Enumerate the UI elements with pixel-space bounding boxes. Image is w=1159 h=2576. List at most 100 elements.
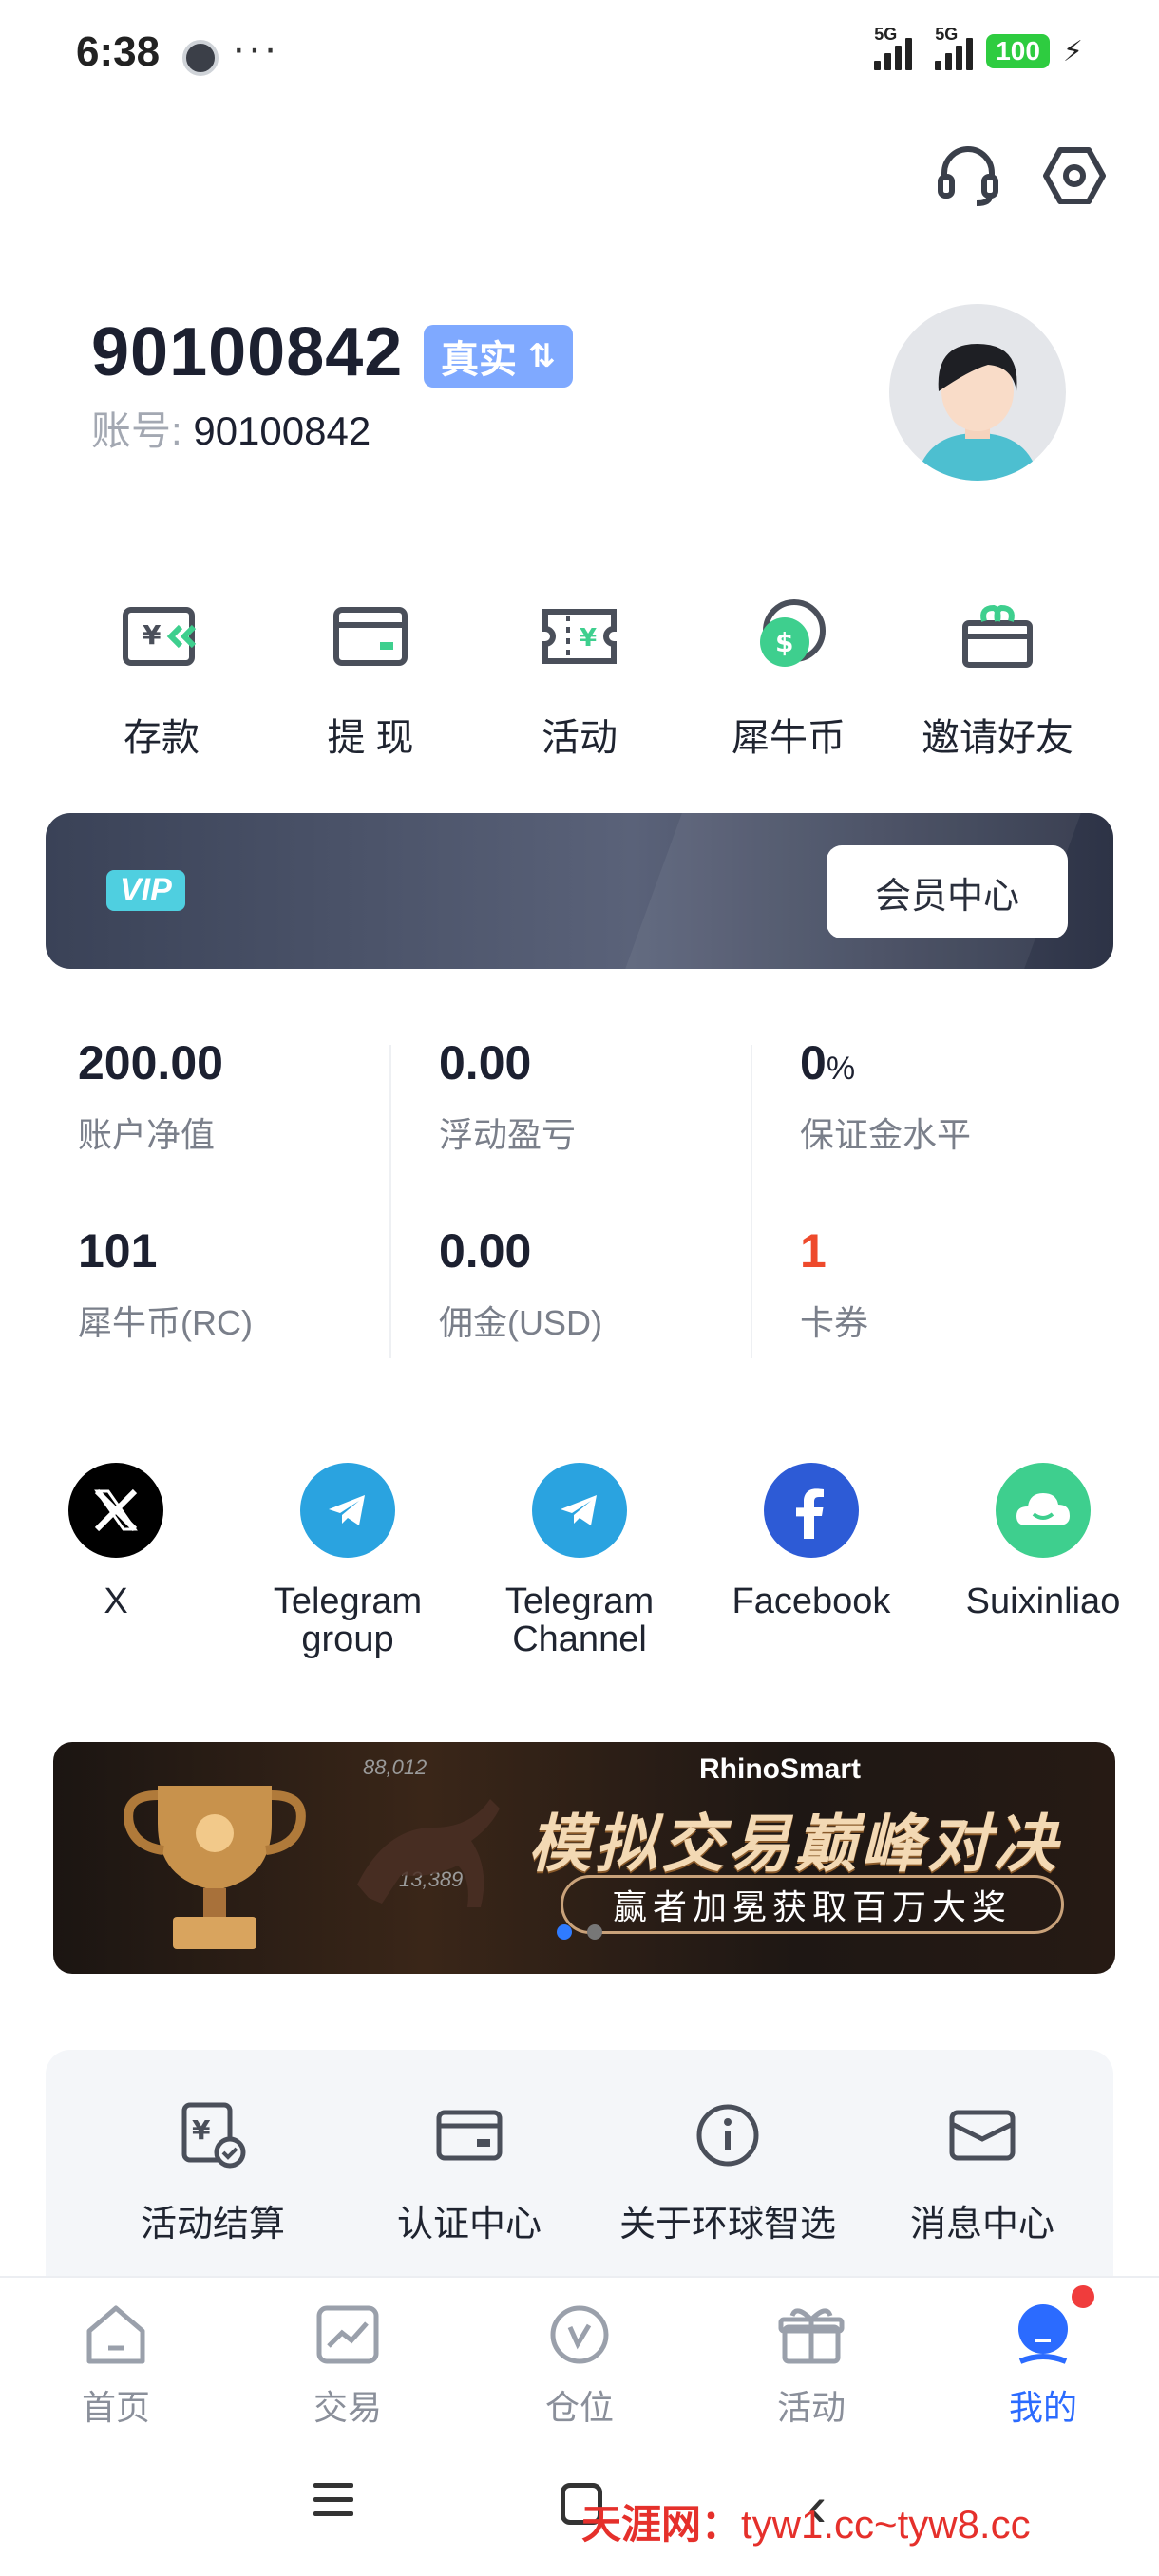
social-telegram-group[interactable]: Telegram group	[232, 1463, 464, 1658]
social-label: Telegram Channel	[504, 1582, 655, 1659]
social-x[interactable]: X	[0, 1463, 232, 1620]
tab-positions[interactable]: 仓位	[464, 2299, 695, 2430]
headset-icon[interactable]	[935, 142, 1001, 209]
facebook-icon	[764, 1463, 859, 1558]
stat-value: 1	[800, 1224, 826, 1278]
promo-subtitle: 赢者加冕获取百万大奖	[560, 1875, 1064, 1934]
svg-text:¥: ¥	[142, 619, 162, 651]
trophy-icon	[124, 1786, 306, 1949]
promo-title: 模拟交易巅峰对决	[528, 1809, 1060, 1879]
menu-about[interactable]: 关于环球智选	[595, 2097, 861, 2246]
quick-invite-label: 邀请好友	[922, 717, 1074, 759]
gift-icon	[962, 604, 1033, 668]
stat-caption: 浮动盈亏	[439, 1115, 577, 1154]
menu-settlement[interactable]: ¥ 活动结算	[80, 2097, 346, 2246]
quick-deposit-label: 存款	[124, 717, 200, 759]
recent-apps-icon[interactable]	[314, 2483, 353, 2526]
account-number-label: 账号:	[91, 408, 194, 453]
menu-verification[interactable]: 认证中心	[336, 2097, 602, 2246]
stat-value: 0.00	[439, 1224, 532, 1278]
vip-banner[interactable]: VIP 会员中心	[46, 813, 1113, 969]
battery-level: 100	[986, 34, 1050, 68]
quick-activity-label: 活动	[542, 717, 618, 759]
trade-chart-icon	[316, 2305, 379, 2364]
stat-floating-pl[interactable]: 0.00 浮动盈亏	[439, 1035, 762, 1157]
social-facebook[interactable]: Facebook	[695, 1463, 927, 1620]
quick-withdraw-label: 提 现	[327, 717, 414, 759]
tab-home[interactable]: 首页	[0, 2299, 232, 2430]
notification-app-icon	[182, 40, 218, 76]
quick-deposit[interactable]: ¥ 存款	[57, 589, 266, 762]
social-suixinliao[interactable]: Suixinliao	[927, 1463, 1159, 1620]
tab-activity[interactable]: 活动	[695, 2299, 927, 2430]
carousel-dot[interactable]	[587, 1924, 602, 1940]
position-icon	[550, 2305, 609, 2364]
quick-rhino-coin-label: 犀牛币	[732, 717, 846, 759]
settlement-icon: ¥	[181, 2102, 246, 2169]
svg-text:$: $	[775, 627, 793, 658]
stat-coupons[interactable]: 1 卡券	[800, 1223, 1123, 1345]
stat-caption: 账户净值	[78, 1115, 216, 1154]
tab-label: 首页	[81, 2388, 150, 2427]
mail-icon	[949, 2110, 1016, 2161]
svg-text:¥: ¥	[192, 2114, 211, 2146]
tab-profile[interactable]: 我的	[927, 2299, 1159, 2430]
stat-value: 0	[800, 1036, 826, 1089]
bolt-icon: ⚡	[1062, 35, 1083, 67]
stat-rhino-coin[interactable]: 101 犀牛币(RC)	[78, 1223, 401, 1345]
deposit-icon: ¥	[123, 607, 197, 666]
status-more: ···	[232, 25, 279, 71]
tab-trade[interactable]: 交易	[232, 2299, 464, 2430]
watermark-site: 天涯网：	[581, 2501, 742, 2548]
signal-1-icon: 5G	[874, 25, 913, 70]
social-label: Facebook	[732, 1582, 891, 1621]
stat-caption: 佣金(USD)	[439, 1303, 602, 1342]
account-number: 90100842	[193, 408, 371, 453]
watermark-url: tyw1.cc~tyw8.cc	[741, 2502, 1031, 2547]
quick-withdraw[interactable]: 提 现	[266, 589, 475, 762]
id-card-icon	[436, 2110, 503, 2161]
quick-rhino-coin[interactable]: $ 犀牛币	[684, 589, 893, 762]
status-bar: 6:38 ··· 5G 5G 100 ⚡	[0, 0, 1159, 114]
avatar[interactable]	[889, 304, 1066, 481]
notification-dot	[1072, 2285, 1094, 2308]
stat-value: 101	[78, 1224, 158, 1278]
promo-number: 88,012	[363, 1755, 428, 1779]
quick-activity[interactable]: ¥ 活动	[475, 589, 684, 762]
tab-label: 活动	[776, 2388, 846, 2427]
carousel-indicator[interactable]	[557, 1924, 602, 1940]
stat-caption: 卡券	[800, 1303, 869, 1342]
rhino-coin-icon: $	[760, 599, 826, 667]
stat-margin-level[interactable]: 0% 保证金水平	[800, 1035, 1123, 1157]
promo-banner[interactable]: 88,012 13,389 RhinoSmart 模拟交易巅峰对决 赢者加冕获取…	[53, 1742, 1115, 1974]
gift-icon	[778, 2308, 845, 2364]
social-label: Telegram group	[273, 1582, 423, 1659]
bottom-tab-bar: 首页 交易 仓位 活动 我的	[0, 2276, 1159, 2437]
suixinliao-chat-icon	[996, 1463, 1091, 1558]
stat-net-value[interactable]: 200.00 账户净值	[78, 1035, 401, 1157]
menu-label: 消息中心	[909, 2205, 1054, 2245]
x-logo-icon	[68, 1463, 163, 1558]
profile-icon	[1018, 2304, 1068, 2364]
member-center-button[interactable]: 会员中心	[826, 845, 1068, 938]
svg-text:¥: ¥	[580, 624, 597, 653]
menu-label: 关于环球智选	[618, 2205, 836, 2245]
account-type-badge[interactable]: 真实 ⇅	[424, 325, 573, 388]
tab-label: 交易	[313, 2388, 382, 2427]
account-number-line: 账号: 90100842	[91, 399, 370, 457]
stat-caption: 保证金水平	[800, 1115, 972, 1154]
social-telegram-channel[interactable]: Telegram Channel	[464, 1463, 695, 1658]
menu-messages[interactable]: 消息中心	[849, 2097, 1115, 2246]
service-menu: ¥ 活动结算 认证中心 关于环球智选 消息中心	[46, 2050, 1113, 2278]
stat-commission[interactable]: 0.00 佣金(USD)	[439, 1223, 762, 1345]
settings-hexagon-icon[interactable]	[1041, 142, 1108, 209]
bull-icon	[357, 1799, 500, 1907]
signal-2-icon: 5G	[935, 25, 974, 70]
quick-invite[interactable]: 邀请好友	[893, 589, 1102, 762]
tab-label: 仓位	[544, 2388, 614, 2427]
stat-caption: 犀牛币(RC)	[78, 1303, 253, 1342]
activity-ticket-icon: ¥	[542, 609, 617, 664]
menu-label: 活动结算	[140, 2205, 285, 2245]
home-icon	[86, 2305, 145, 2364]
carousel-dot-active[interactable]	[557, 1924, 572, 1940]
